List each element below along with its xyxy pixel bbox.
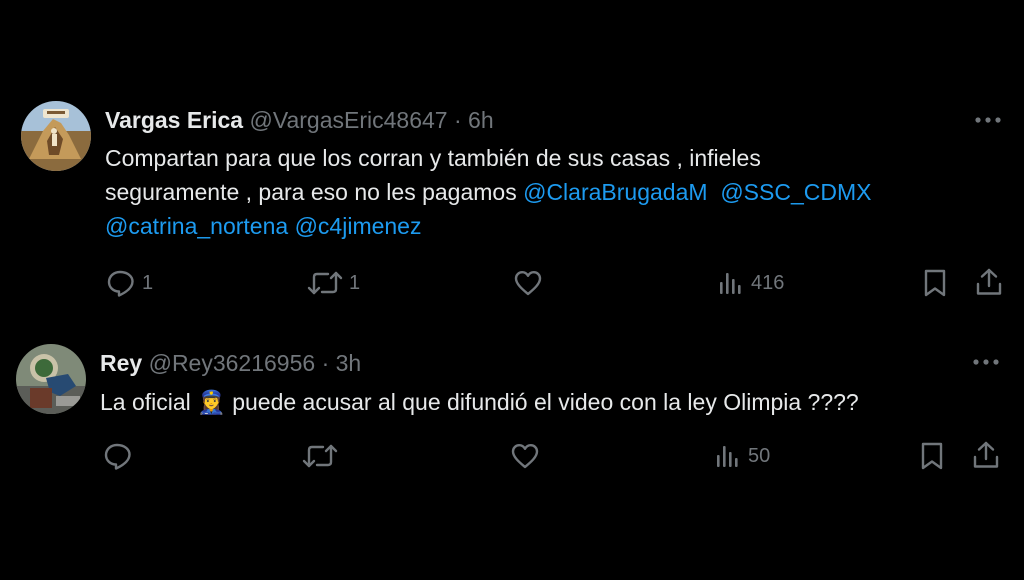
tweet-text-line: Compartan para que los corran y también … bbox=[105, 145, 761, 171]
separator-dot: · bbox=[321, 350, 330, 376]
repost-button[interactable]: 1 bbox=[307, 269, 360, 297]
more-options-button[interactable] bbox=[973, 110, 1003, 130]
share-upload-icon bbox=[976, 268, 1002, 295]
tweet[interactable]: Vargas Erica @VargasEric48647 · 6h Compa… bbox=[0, 96, 1024, 336]
timestamp[interactable]: 3h bbox=[336, 350, 362, 376]
bookmark-icon bbox=[921, 442, 943, 470]
repost-count: 1 bbox=[349, 271, 361, 294]
like-button[interactable] bbox=[513, 269, 543, 297]
tweet-text-segment: seguramente , para eso no les pagamos bbox=[105, 179, 524, 205]
tweet[interactable]: Rey @Rey36216956 · 3h La oficial 👮‍♀️ pu… bbox=[0, 336, 1024, 496]
views-count: 50 bbox=[748, 444, 771, 467]
repost-arrows-icon bbox=[307, 271, 343, 295]
author-name[interactable]: Vargas Erica bbox=[105, 107, 243, 133]
bookmark-icon bbox=[924, 269, 946, 297]
views-count: 416 bbox=[751, 271, 785, 294]
tweet-header: Rey @Rey36216956 · 3h bbox=[100, 349, 361, 377]
more-options-button[interactable] bbox=[971, 352, 1001, 372]
more-horizontal-icon bbox=[975, 117, 1001, 123]
share-button[interactable] bbox=[971, 440, 1001, 470]
tweet-text-segment: La oficial bbox=[100, 389, 191, 415]
reply-count: 1 bbox=[142, 271, 154, 294]
heart-icon bbox=[514, 271, 542, 296]
mention-link[interactable]: @c4jimenez bbox=[295, 213, 422, 239]
reply-button[interactable]: 1 bbox=[106, 269, 153, 297]
police-officer-emoji: 👮‍♀️ bbox=[197, 389, 226, 415]
tweet-text-line: La oficial 👮‍♀️ puede acusar al que difu… bbox=[100, 385, 859, 419]
reply-bubble-icon bbox=[107, 270, 134, 297]
reply-button[interactable] bbox=[103, 442, 139, 470]
tweet-text: La oficial 👮‍♀️ puede acusar al que difu… bbox=[100, 385, 859, 419]
author-handle[interactable]: @Rey36216956 bbox=[149, 350, 316, 376]
author-name[interactable]: Rey bbox=[100, 350, 142, 376]
tweet-text-line: seguramente , para eso no les pagamos @C… bbox=[105, 175, 871, 209]
reply-bubble-icon bbox=[104, 443, 131, 470]
more-horizontal-icon bbox=[973, 359, 999, 365]
bookmark-button[interactable] bbox=[918, 441, 946, 471]
timestamp[interactable]: 6h bbox=[468, 107, 494, 133]
tweet-header: Vargas Erica @VargasEric48647 · 6h bbox=[105, 106, 494, 134]
views-bar-chart-icon bbox=[720, 273, 741, 294]
share-button[interactable] bbox=[974, 267, 1004, 297]
bookmark-button[interactable] bbox=[921, 268, 949, 298]
author-handle[interactable]: @VargasEric48647 bbox=[250, 107, 448, 133]
views-bar-chart-icon bbox=[717, 446, 738, 467]
views-button[interactable]: 50 bbox=[714, 442, 770, 470]
repost-arrows-icon bbox=[302, 444, 338, 468]
avatar[interactable] bbox=[21, 101, 91, 171]
mention-link[interactable]: @ClaraBrugadaM bbox=[523, 179, 707, 205]
avatar-image bbox=[16, 344, 86, 414]
mention-link[interactable]: @SSC_CDMX bbox=[720, 179, 871, 205]
tweet-text: Compartan para que los corran y también … bbox=[105, 141, 871, 243]
tweet-text-segment: puede acusar al que difundió el video co… bbox=[225, 389, 859, 415]
avatar[interactable] bbox=[16, 344, 86, 414]
heart-icon bbox=[511, 444, 539, 469]
views-button[interactable]: 416 bbox=[717, 269, 784, 297]
mention-link[interactable]: @catrina_nortena bbox=[105, 213, 288, 239]
share-upload-icon bbox=[973, 441, 999, 468]
like-button[interactable] bbox=[510, 442, 540, 470]
separator-dot: · bbox=[453, 107, 462, 133]
repost-button[interactable] bbox=[302, 442, 344, 470]
avatar-image bbox=[21, 101, 91, 171]
tweet-text-line: @catrina_nortena @c4jimenez bbox=[105, 209, 871, 243]
